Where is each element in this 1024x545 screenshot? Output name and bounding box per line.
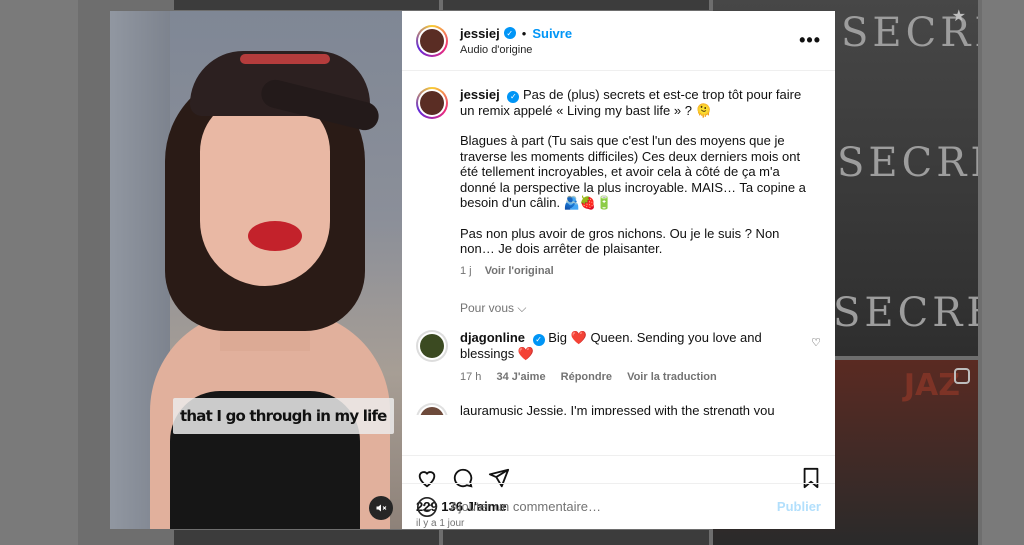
- verified-badge-icon: ✓: [532, 334, 545, 346]
- for-you-label: Pour vous: [460, 301, 515, 316]
- muted-speaker-icon: [376, 504, 387, 512]
- caption-text-2: Blagues à part (Tu sais que c'est l'un d…: [460, 133, 806, 211]
- separator-dot: •: [521, 25, 527, 41]
- comment-text: lauramusic Jessie, I'm impressed with th…: [460, 403, 775, 415]
- comment-likes[interactable]: 34 J'aime: [496, 371, 545, 383]
- video-person-lips: [248, 221, 302, 251]
- avatar[interactable]: [416, 403, 448, 415]
- background-tile[interactable]: [443, 530, 709, 545]
- comments-section[interactable]: jessiej ✓ Pas de (plus) secrets et est-c…: [402, 71, 835, 455]
- username-link[interactable]: jessiej: [460, 26, 500, 41]
- video-person-face: [200, 96, 330, 286]
- caption-text-3: Pas non plus avoir de gros nichons. Ou j…: [460, 225, 780, 257]
- tile-text: SECRET: [833, 290, 978, 336]
- post-modal: that I go through in my life jessiej ✓ •…: [110, 11, 835, 529]
- avatar[interactable]: [416, 24, 448, 57]
- more-options-icon[interactable]: •••: [799, 30, 821, 51]
- emoji-icon[interactable]: [416, 496, 438, 518]
- caption-age: 1 j: [460, 264, 472, 277]
- background-tile[interactable]: [443, 0, 709, 10]
- verified-badge-icon: ✓: [507, 90, 520, 103]
- see-original-link[interactable]: Voir l'original: [485, 265, 554, 277]
- caption-username[interactable]: jessiej: [460, 87, 500, 102]
- translate-button[interactable]: Voir la traduction: [627, 371, 717, 383]
- comment-username[interactable]: djagonline: [460, 330, 525, 345]
- reply-button[interactable]: Répondre: [561, 371, 612, 383]
- mute-button[interactable]: [369, 496, 393, 520]
- video-person-cap-band: [240, 54, 330, 64]
- tile-text: SECRET: [837, 140, 978, 186]
- post-video[interactable]: that I go through in my life: [110, 11, 402, 529]
- reels-icon: [954, 368, 970, 384]
- background-tile[interactable]: [174, 530, 439, 545]
- chevron-down-icon: ⌵: [517, 301, 527, 316]
- pin-icon: ★: [951, 6, 970, 25]
- post-header: jessiej ✓ • Suivre Audio d'origine •••: [402, 11, 835, 71]
- for-you-dropdown[interactable]: Pour vous ⌵: [460, 301, 821, 316]
- follow-button[interactable]: Suivre: [532, 26, 572, 41]
- avatar[interactable]: [416, 87, 448, 119]
- comment: lauramusic Jessie, I'm impressed with th…: [416, 403, 821, 415]
- post-header-row: jessiej ✓ • Suivre: [460, 26, 799, 41]
- like-comment-heart-icon[interactable]: ♡: [811, 336, 821, 349]
- verified-badge-icon: ✓: [503, 27, 516, 39]
- post-header-text: jessiej ✓ • Suivre Audio d'origine: [460, 26, 799, 56]
- post-sidebar: jessiej ✓ • Suivre Audio d'origine ••• j…: [402, 11, 835, 529]
- post-caption: jessiej ✓ Pas de (plus) secrets et est-c…: [416, 87, 821, 279]
- avatar[interactable]: [416, 330, 448, 363]
- comment: djagonline ✓ Big ❤️ Queen. Sending you l…: [416, 330, 821, 385]
- comment-meta: 17 h 34 J'aime Répondre Voir la traducti…: [460, 370, 800, 386]
- video-subtitle: that I go through in my life: [173, 398, 394, 434]
- publish-button[interactable]: Publier: [777, 499, 821, 514]
- caption-body: jessiej ✓ Pas de (plus) secrets et est-c…: [460, 87, 817, 279]
- caption-meta: 1 j Voir l'original: [460, 264, 817, 280]
- audio-link[interactable]: Audio d'origine: [460, 44, 799, 56]
- add-comment-bar: Publier: [402, 483, 835, 529]
- background-tile[interactable]: [174, 0, 439, 10]
- comment-input[interactable]: [450, 499, 777, 514]
- comment-body: djagonline ✓ Big ❤️ Queen. Sending you l…: [460, 330, 800, 385]
- comment-age: 17 h: [460, 370, 482, 383]
- background-left-panel: [0, 0, 78, 545]
- background-right-panel: [982, 0, 1024, 545]
- tile-text: JAZ: [903, 368, 960, 403]
